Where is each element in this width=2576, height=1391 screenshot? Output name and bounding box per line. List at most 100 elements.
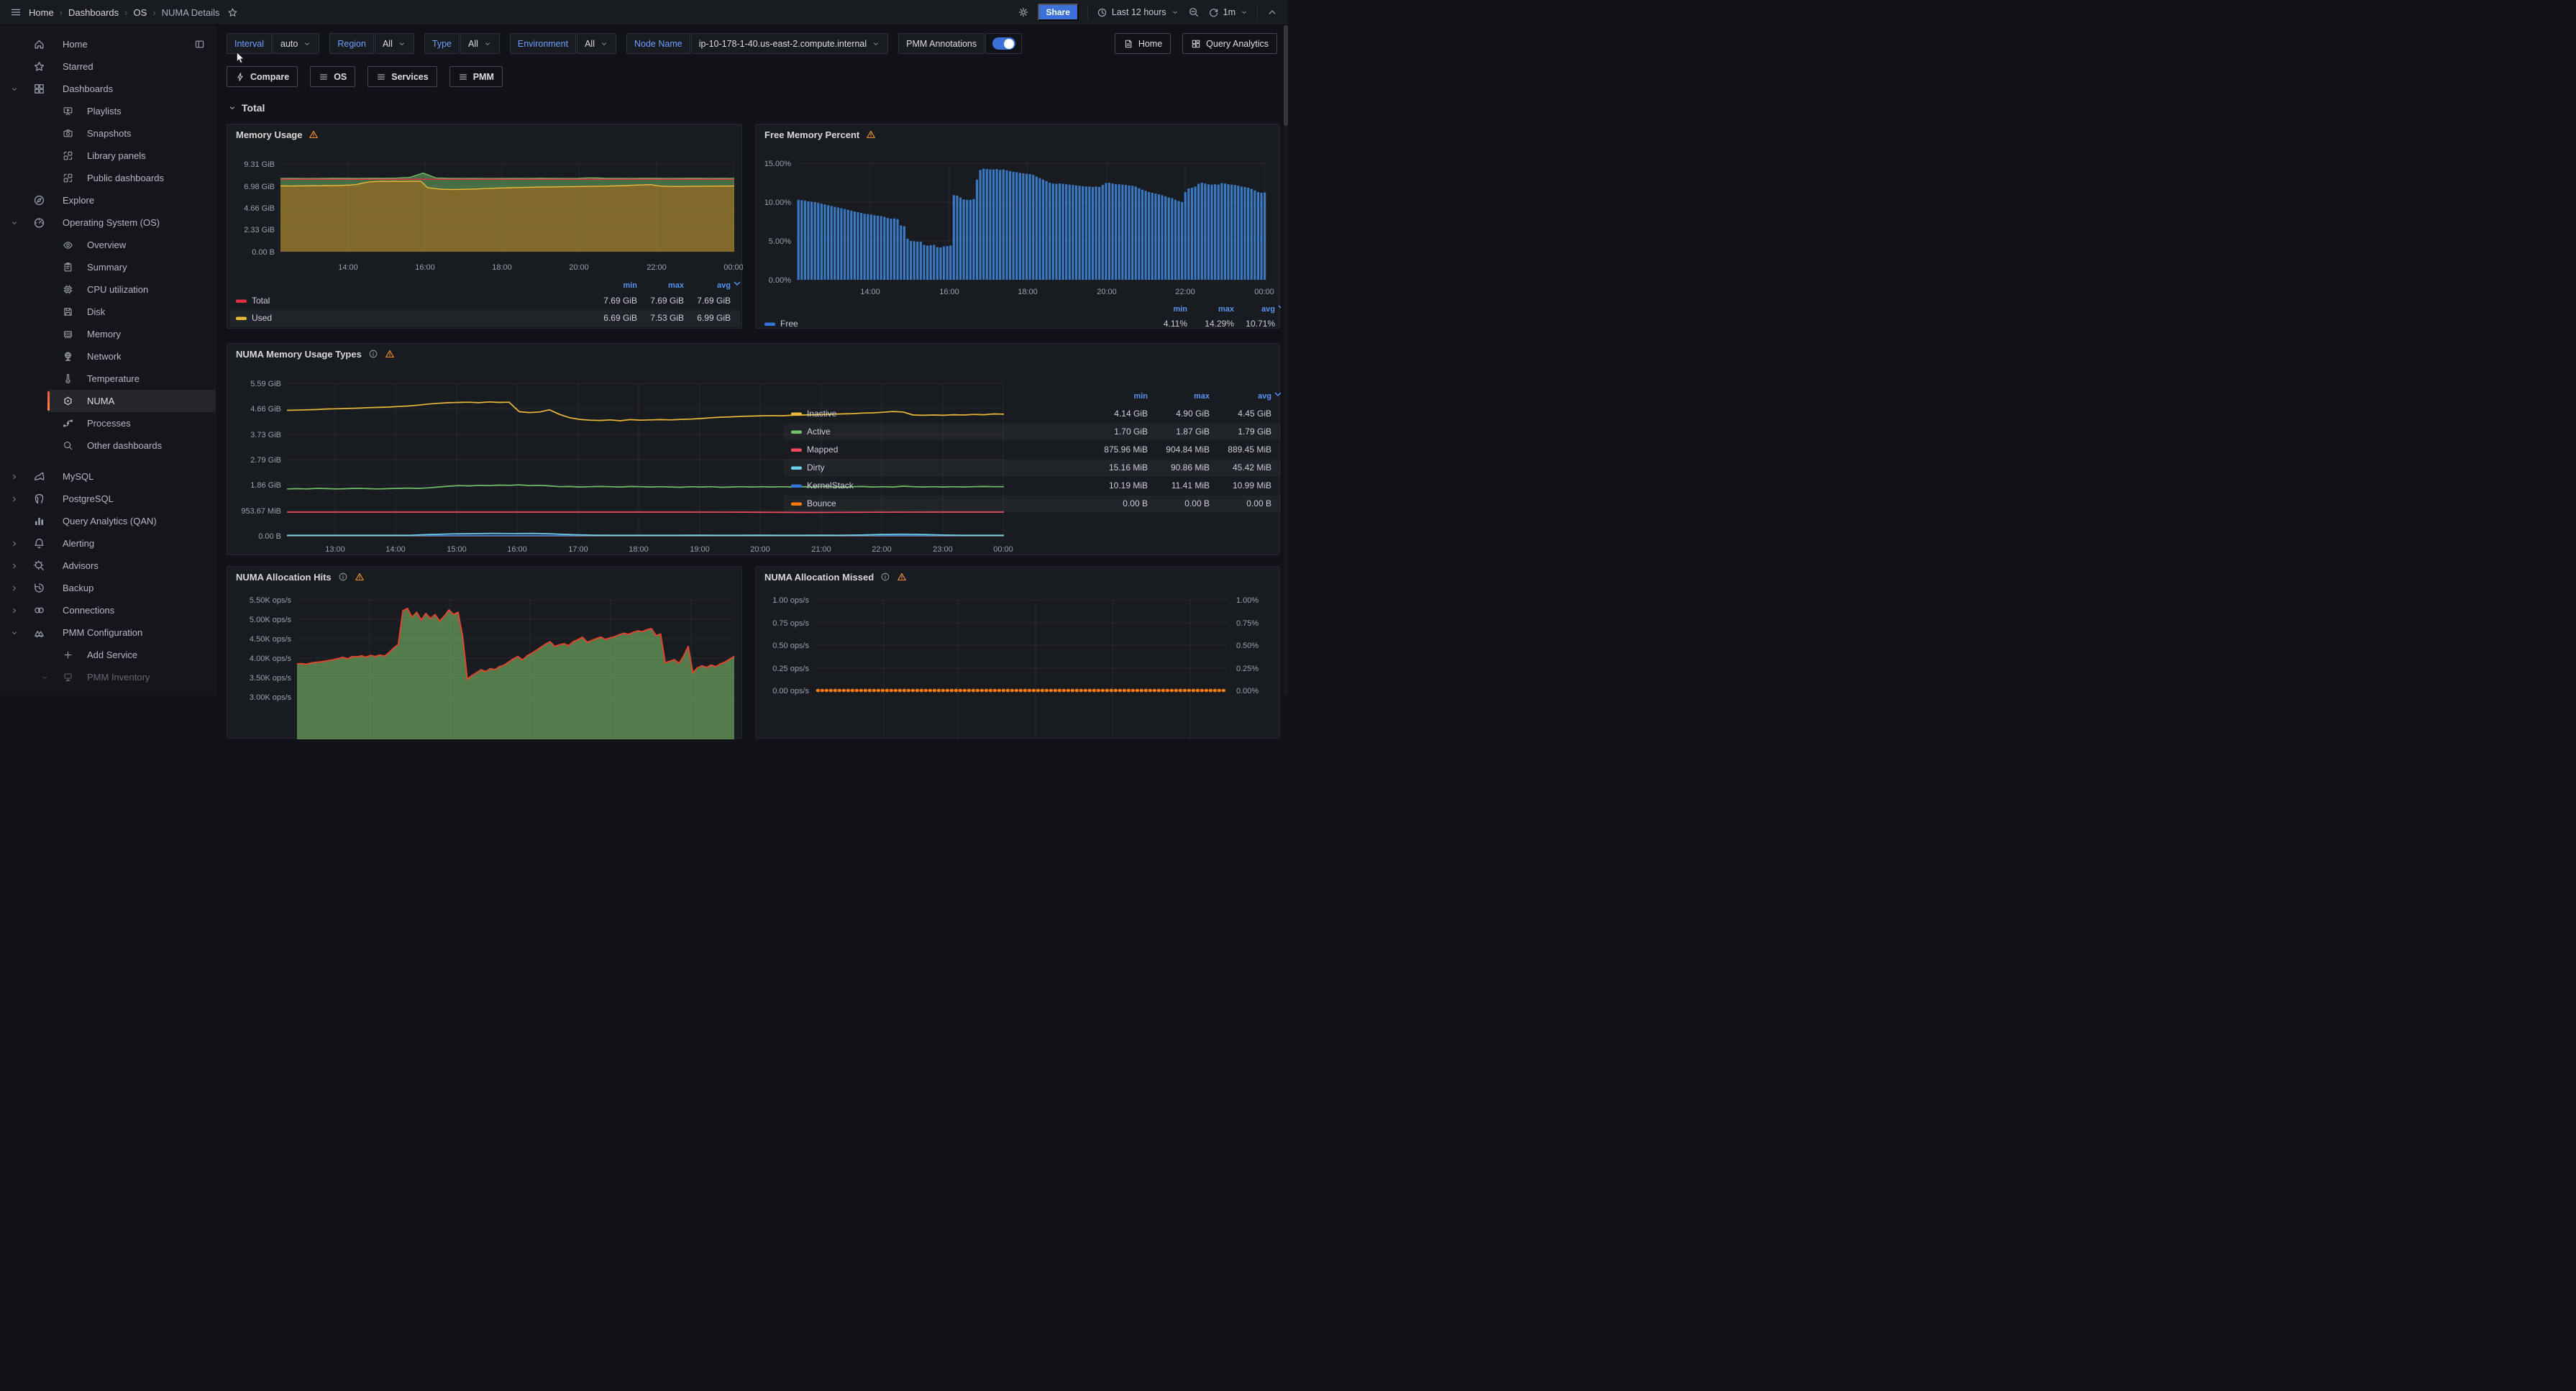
sidebar-item-label: Public dashboards bbox=[0, 167, 215, 189]
scrollbar-thumb[interactable] bbox=[1284, 25, 1288, 126]
services-button[interactable]: Services bbox=[367, 66, 437, 87]
axis-label: 22:00 bbox=[872, 545, 892, 554]
os-button[interactable]: OS bbox=[310, 66, 355, 87]
panel-header-free-memory-percent[interactable]: Free Memory Percent bbox=[756, 124, 1279, 145]
home-dashboard-button[interactable]: Home bbox=[1115, 33, 1171, 54]
legend-label-Dirty[interactable]: Dirty bbox=[807, 462, 825, 473]
axis-label: 18:00 bbox=[1018, 288, 1038, 296]
info-icon[interactable] bbox=[368, 349, 378, 359]
axis-label: 00:00 bbox=[993, 545, 1013, 554]
environment-label[interactable]: Environment bbox=[510, 33, 576, 54]
legend-label-Mapped[interactable]: Mapped bbox=[807, 444, 838, 455]
info-icon[interactable] bbox=[338, 572, 348, 582]
legend-label-Inactive[interactable]: Inactive bbox=[807, 409, 837, 419]
legend-min: 6.69 GiB bbox=[603, 313, 637, 323]
sidebar-item-public-dashboards[interactable]: Public dashboards bbox=[0, 167, 215, 189]
favorite-star-icon[interactable] bbox=[227, 7, 238, 18]
interval-label[interactable]: Interval bbox=[227, 33, 272, 54]
sidebar-item-home[interactable]: Home bbox=[0, 33, 215, 55]
sidebar-item-cpu-utilization[interactable]: CPU utilization bbox=[0, 278, 215, 301]
chevron-down-icon bbox=[872, 40, 880, 48]
type-select[interactable]: All bbox=[460, 33, 500, 54]
warning-icon[interactable] bbox=[385, 349, 395, 359]
breadcrumb-os[interactable]: OS bbox=[133, 7, 147, 18]
type-label[interactable]: Type bbox=[424, 33, 460, 54]
sidebar-item-summary[interactable]: Summary bbox=[0, 256, 215, 278]
page-scrollbar[interactable] bbox=[1284, 25, 1288, 696]
panel-header-memory-usage[interactable]: Memory Usage bbox=[227, 124, 741, 145]
sidebar-item-numa[interactable]: NUMA bbox=[0, 390, 215, 412]
sidebar-item-dashboards[interactable]: Dashboards bbox=[0, 78, 215, 100]
sidebar-item-query-analytics-qan[interactable]: Query Analytics (QAN) bbox=[0, 510, 215, 532]
info-icon[interactable] bbox=[880, 572, 890, 582]
sidebar-item-temperature[interactable]: Temperature bbox=[0, 368, 215, 390]
sidebar-item-postgresql[interactable]: PostgreSQL bbox=[0, 488, 215, 510]
zoom-out-icon[interactable] bbox=[1188, 6, 1200, 18]
legend-label-KernelStack[interactable]: KernelStack bbox=[807, 480, 854, 491]
axis-label: 0.75 ops/s bbox=[772, 619, 809, 628]
sidebar-item-pmm-inventory[interactable]: PMM Inventory bbox=[0, 666, 215, 688]
panel-header-numa-memory-usage-types[interactable]: NUMA Memory Usage Types bbox=[227, 344, 1279, 364]
sidebar-item-overview[interactable]: Overview bbox=[0, 234, 215, 256]
sidebar-item-explore[interactable]: Explore bbox=[0, 189, 215, 211]
sidebar-item-alerting[interactable]: Alerting bbox=[0, 532, 215, 555]
axis-label: 0.00 B bbox=[252, 248, 275, 257]
sidebar-item-pmm-configuration[interactable]: PMM Configuration bbox=[0, 621, 215, 644]
warning-icon[interactable] bbox=[897, 572, 907, 582]
legend-label-Free[interactable]: Free bbox=[780, 319, 798, 329]
node-name-label[interactable]: Node Name bbox=[626, 33, 690, 54]
breadcrumb-dashboards[interactable]: Dashboards bbox=[68, 7, 119, 18]
chart-canvas: 1.00 ops/s0.75 ops/s0.50 ops/s0.25 ops/s… bbox=[756, 567, 1281, 739]
sidebar-item-operating-system-os[interactable]: Operating System (OS) bbox=[0, 211, 215, 234]
sidebar-item-connections[interactable]: Connections bbox=[0, 599, 215, 621]
sidebar-item-disk[interactable]: Disk bbox=[0, 301, 215, 323]
query-analytics-button[interactable]: Query Analytics bbox=[1182, 33, 1277, 54]
sidebar-item-other-dashboards[interactable]: Other dashboards bbox=[0, 434, 215, 457]
legend-label-Bounce[interactable]: Bounce bbox=[807, 498, 836, 508]
legend-label-Used[interactable]: Used bbox=[252, 313, 272, 323]
sidebar-item-mysql[interactable]: MySQL bbox=[0, 465, 215, 488]
breadcrumb-separator: › bbox=[124, 7, 127, 18]
sidebar-item-add-service[interactable]: Add Service bbox=[0, 644, 215, 666]
sidebar-item-processes[interactable]: Processes bbox=[0, 412, 215, 434]
sidebar-item-label: Snapshots bbox=[0, 122, 215, 145]
legend-label-Active[interactable]: Active bbox=[807, 427, 831, 437]
compare-button[interactable]: Compare bbox=[227, 66, 298, 87]
legend-min: 875.96 MiB bbox=[1104, 444, 1148, 455]
sidebar-item-playlists[interactable]: Playlists bbox=[0, 100, 215, 122]
sidebar-item-network[interactable]: Network bbox=[0, 345, 215, 368]
warning-icon[interactable] bbox=[866, 129, 876, 140]
environment-select[interactable]: All bbox=[577, 33, 616, 54]
time-range-picker[interactable]: Last 12 hours bbox=[1097, 7, 1179, 18]
pmm-annotations-label[interactable]: PMM Annotations bbox=[898, 33, 985, 54]
warning-icon[interactable] bbox=[309, 129, 319, 140]
sidebar-item-label: Library panels bbox=[0, 145, 215, 167]
pmm-button[interactable]: PMM bbox=[449, 66, 503, 87]
row-header-total[interactable]: Total bbox=[228, 102, 1288, 114]
share-button[interactable]: Share bbox=[1038, 4, 1079, 21]
legend-label-Total[interactable]: Total bbox=[252, 296, 270, 306]
legend-min: 1.70 GiB bbox=[1114, 427, 1148, 437]
row-title: Total bbox=[242, 102, 265, 114]
collapse-sidebar-icon[interactable] bbox=[194, 39, 205, 50]
refresh-picker[interactable]: 1m bbox=[1208, 7, 1248, 18]
panel-header-numa-allocation-missed[interactable]: NUMA Allocation Missed bbox=[756, 567, 1279, 587]
sidebar-item-library-panels[interactable]: Library panels bbox=[0, 145, 215, 167]
region-label[interactable]: Region bbox=[329, 33, 374, 54]
collapse-topbar-icon[interactable] bbox=[1266, 6, 1278, 18]
node-name-select[interactable]: ip-10-178-1-40.us-east-2.compute.interna… bbox=[691, 33, 888, 54]
sidebar-item-backup[interactable]: Backup bbox=[0, 577, 215, 599]
panel-header-numa-allocation-hits[interactable]: NUMA Allocation Hits bbox=[227, 567, 741, 587]
menu-icon[interactable] bbox=[10, 6, 22, 18]
axis-label: 21:00 bbox=[811, 545, 831, 554]
sidebar-item-memory[interactable]: Memory bbox=[0, 323, 215, 345]
sidebar-item-snapshots[interactable]: Snapshots bbox=[0, 122, 215, 145]
sidebar-item-starred[interactable]: Starred bbox=[0, 55, 215, 78]
region-select[interactable]: All bbox=[375, 33, 414, 54]
pmm-annotations-toggle[interactable] bbox=[985, 33, 1022, 54]
warning-icon[interactable] bbox=[355, 572, 365, 582]
interval-select[interactable]: auto bbox=[273, 33, 319, 54]
breadcrumb-home[interactable]: Home bbox=[29, 7, 54, 18]
dashboard-settings-icon[interactable] bbox=[1018, 6, 1029, 18]
sidebar-item-advisors[interactable]: Advisors bbox=[0, 555, 215, 577]
